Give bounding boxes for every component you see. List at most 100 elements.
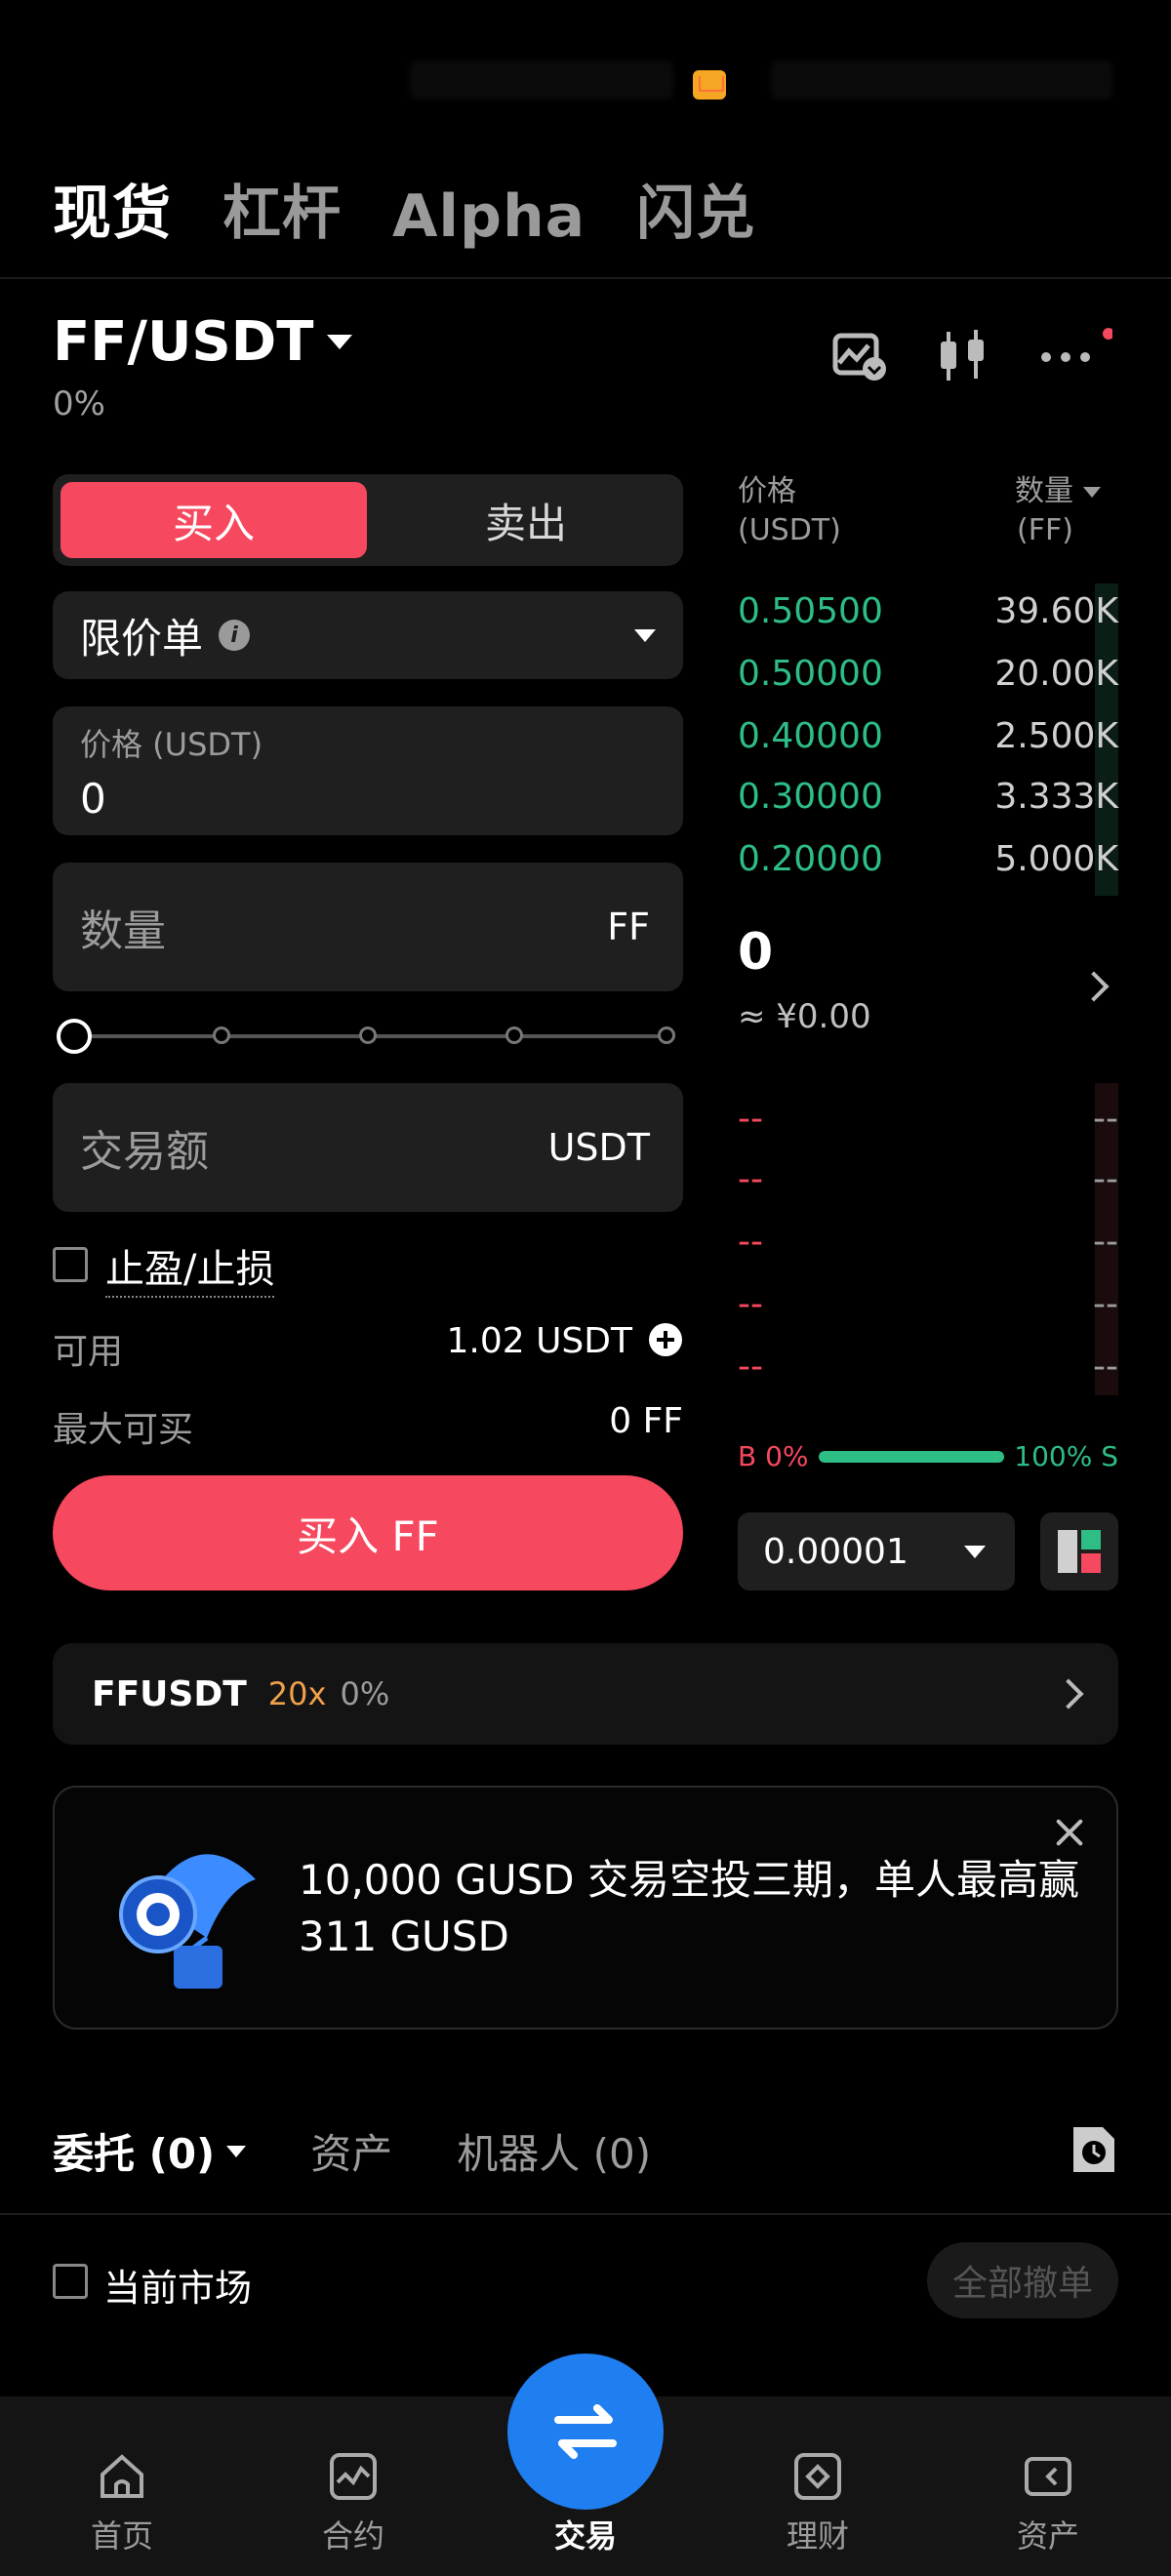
wallet-icon	[1025, 2457, 1071, 2496]
orderbook-ask-row[interactable]: -- --	[738, 1091, 1118, 1146]
more-icon[interactable]	[1034, 322, 1114, 390]
tab-bots[interactable]: 机器人 (0)	[457, 2121, 651, 2181]
futures-link-card[interactable]: FFUSDT 20x 0%	[53, 1643, 1118, 1745]
ask-price: --	[738, 1158, 763, 1199]
orderbook-ask-row[interactable]: -- --	[738, 1276, 1118, 1331]
order-type-label: 限价单	[80, 614, 204, 663]
bid-qty: 39.60K	[994, 590, 1118, 631]
tp-sl-label[interactable]: 止盈/止损	[105, 1237, 275, 1298]
tab-assets[interactable]: 资产	[310, 2121, 392, 2181]
chevron-right-icon[interactable]	[1078, 971, 1110, 1002]
ask-qty: --	[1093, 1346, 1118, 1387]
precision-select[interactable]: 0.00001	[738, 1512, 1015, 1590]
tp-sl-checkbox[interactable]	[53, 1247, 88, 1282]
promo-text: 10,000 GUSD 交易空投三期，单人最高赢 311 GUSD	[299, 1856, 1079, 1960]
current-market-checkbox[interactable]	[53, 2264, 88, 2299]
ratio-bar	[818, 1450, 1005, 1463]
history-icon[interactable]	[1070, 2123, 1118, 2180]
last-price-cny: ≈ ¥0.00	[738, 997, 871, 1036]
cancel-all-button[interactable]: 全部撤单	[927, 2242, 1118, 2318]
buy-sell-ratio: B 0% 100% S	[738, 1440, 1118, 1472]
bid-qty: 20.00K	[994, 653, 1118, 694]
orderbook-layout-button[interactable]	[1040, 1512, 1118, 1590]
price-value: 0	[80, 775, 106, 823]
futures-leverage: 20x	[267, 1675, 327, 1712]
orderbook-bid-row[interactable]: 0.40000 2.500K	[738, 708, 1118, 763]
ask-price: --	[738, 1346, 763, 1387]
tab-orders[interactable]: 委托 (0)	[53, 2121, 247, 2181]
caret-down-icon	[226, 2145, 247, 2157]
sell-tab[interactable]: 卖出	[375, 482, 677, 558]
max-buy-label: 最大可买	[53, 1410, 194, 1450]
pair-symbol: FF/USDT	[53, 310, 314, 374]
caret-down-icon	[1083, 486, 1101, 498]
current-market-label: 当前市场	[103, 2267, 253, 2310]
status-icons-left	[410, 60, 673, 100]
orderbook-bid-row[interactable]: 0.20000 5.000K	[738, 831, 1118, 886]
nav-futures[interactable]: 合约	[285, 2449, 422, 2556]
price-field[interactable]: 价格 (USDT) 0	[53, 706, 683, 835]
nav-trade[interactable]: 交易	[517, 2512, 654, 2556]
header-divider	[0, 277, 1171, 279]
orderbook-ask-row[interactable]: -- --	[738, 1214, 1118, 1268]
bid-price: 0.20000	[738, 838, 883, 879]
orderbook-ask-row[interactable]: -- --	[738, 1339, 1118, 1393]
futures-change: 0%	[340, 1675, 390, 1712]
quantity-input[interactable]: 数量 FF	[53, 863, 683, 991]
amount-placeholder: 交易额	[80, 1127, 209, 1177]
ask-qty: --	[1093, 1158, 1118, 1199]
tab-margin[interactable]: 杠杆	[222, 166, 342, 251]
close-icon[interactable]	[1052, 1815, 1087, 1850]
tab-convert[interactable]: 闪兑	[636, 166, 755, 251]
bid-qty: 5.000K	[994, 838, 1118, 879]
orderbook-qty-header[interactable]: 数量 (FF)	[1015, 472, 1101, 550]
info-icon[interactable]: i	[219, 620, 251, 651]
earn-icon	[794, 2453, 841, 2500]
slider-step-75[interactable]	[505, 1026, 523, 1044]
mail-notification-icon	[693, 70, 726, 100]
swap-icon	[554, 2404, 617, 2459]
quantity-unit: FF	[607, 906, 650, 948]
bid-price: 0.30000	[738, 776, 883, 817]
add-funds-icon[interactable]	[648, 1322, 683, 1361]
tab-orders-label: 委托 (0)	[53, 2130, 216, 2178]
slider-step-100[interactable]	[658, 1026, 675, 1044]
orderbook-bid-row[interactable]: 0.50500 39.60K	[738, 584, 1118, 638]
parachute-gift-icon	[119, 1854, 256, 1989]
amount-input[interactable]: 交易额 USDT	[53, 1083, 683, 1212]
tab-alpha[interactable]: Alpha	[392, 182, 586, 251]
last-price: 0	[738, 923, 774, 982]
trade-fab[interactable]	[507, 2354, 664, 2510]
nav-earn[interactable]: 理财	[749, 2449, 886, 2556]
slider-step-25[interactable]	[213, 1026, 230, 1044]
orderbook-bid-row[interactable]: 0.50000 20.00K	[738, 646, 1118, 701]
chart-icon[interactable]	[826, 322, 894, 390]
available-label: 可用	[53, 1332, 124, 1372]
orderbook-ask-row[interactable]: -- --	[738, 1151, 1118, 1206]
status-icons-right	[771, 60, 1112, 100]
nav-earn-label: 理财	[786, 2517, 849, 2555]
orderbook-bid-row[interactable]: 0.30000 3.333K	[738, 769, 1118, 824]
tab-spot[interactable]: 现货	[53, 166, 172, 251]
nav-home-label: 首页	[90, 2517, 153, 2555]
ask-price: --	[738, 1283, 763, 1324]
candlestick-icon[interactable]	[929, 322, 997, 390]
slider-step-50[interactable]	[359, 1026, 377, 1044]
buy-tab[interactable]: 买入	[61, 482, 367, 558]
quantity-placeholder: 数量	[80, 906, 166, 956]
trade-mode-tabs: 现货 杠杆 Alpha 闪兑	[53, 166, 755, 251]
ask-price: --	[738, 1221, 763, 1262]
bid-price: 0.50500	[738, 590, 883, 631]
ask-qty: --	[1093, 1221, 1118, 1262]
nav-home[interactable]: 首页	[54, 2449, 190, 2556]
buy-ff-button[interactable]: 买入 FF	[53, 1475, 683, 1590]
promo-banner[interactable]: 10,000 GUSD 交易空投三期，单人最高赢 311 GUSD	[53, 1786, 1118, 2030]
ask-qty: --	[1093, 1283, 1118, 1324]
futures-icon	[330, 2453, 377, 2500]
order-type-select[interactable]: 限价单 i	[53, 591, 683, 679]
slider-handle[interactable]	[57, 1019, 92, 1054]
precision-value: 0.00001	[763, 1531, 909, 1572]
nav-assets[interactable]: 资产	[980, 2449, 1116, 2556]
orders-divider	[0, 2213, 1171, 2215]
pair-selector[interactable]: FF/USDT	[53, 310, 353, 374]
